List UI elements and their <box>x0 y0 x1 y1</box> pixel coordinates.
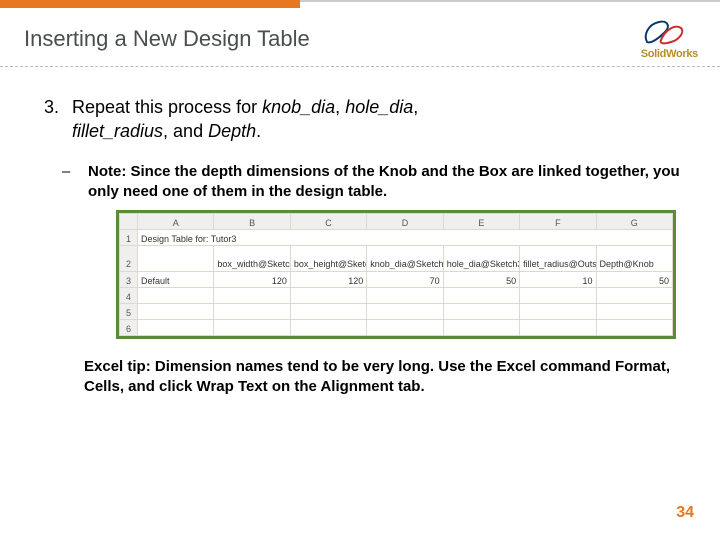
row-1-head: 1 <box>120 230 138 246</box>
r3-F: 10 <box>520 272 596 288</box>
r3-E: 50 <box>443 272 519 288</box>
h2-F: fillet_radius@Outside_corners <box>520 246 596 272</box>
h2-G: Depth@Knob <box>596 246 672 272</box>
accent-bar <box>0 0 300 8</box>
step-number: 3. <box>44 95 72 144</box>
r3-B: 120 <box>214 272 290 288</box>
brand-logo: SolidWorks <box>641 16 698 60</box>
table-row: 6 <box>120 320 673 336</box>
h2-D: knob_dia@Sketch2 <box>367 246 443 272</box>
comma-1: , <box>335 97 345 117</box>
page-title: Inserting a New Design Table <box>0 0 720 66</box>
dim-hole: hole_dia <box>345 97 413 117</box>
step-text: Repeat this process for knob_dia, hole_d… <box>72 95 680 144</box>
dim-knob: knob_dia <box>262 97 335 117</box>
brand-text-a: Solid <box>641 48 666 60</box>
note-body: Note: Since the depth dimensions of the … <box>88 162 680 203</box>
design-table: A B C D E F G 1 Design Table for: Tutor3… <box>116 210 676 339</box>
col-C: C <box>290 214 366 230</box>
top-grey-bar <box>300 0 720 2</box>
h2-B: box_width@Sketch1 <box>214 246 290 272</box>
col-D: D <box>367 214 443 230</box>
row-5-head: 5 <box>120 304 138 320</box>
h2-E: hole_dia@Sketch3 <box>443 246 519 272</box>
dim-depth: Depth <box>208 121 256 141</box>
table-row: 4 <box>120 288 673 304</box>
tip-label: Excel tip: <box>84 358 151 375</box>
dim-fillet: fillet_radius <box>72 121 163 141</box>
note-label: Note: <box>88 163 126 180</box>
comma-3: , and <box>163 121 208 141</box>
brand-text-b: Works <box>666 48 698 60</box>
table-row: 2 box_width@Sketch1 box_height@Sketch1 k… <box>120 246 673 272</box>
period: . <box>256 121 261 141</box>
comma-2: , <box>413 97 418 117</box>
page-number: 34 <box>676 504 694 522</box>
h2-C: box_height@Sketch1 <box>290 246 366 272</box>
row-6-head: 6 <box>120 320 138 336</box>
table-row: 5 <box>120 304 673 320</box>
col-header-row: A B C D E F G <box>120 214 673 230</box>
row-3-head: 3 <box>120 272 138 288</box>
col-E: E <box>443 214 519 230</box>
col-G: G <box>596 214 672 230</box>
step-prefix: Repeat this process for <box>72 97 262 117</box>
col-F: F <box>520 214 596 230</box>
table-row: 1 Design Table for: Tutor3 <box>120 230 673 246</box>
slide-content: 3. Repeat this process for knob_dia, hol… <box>0 67 720 398</box>
ds-logo-icon <box>641 16 685 46</box>
row-4-head: 4 <box>120 288 138 304</box>
excel-tip: Excel tip: Dimension names tend to be ve… <box>84 357 680 398</box>
h2-A <box>138 246 214 272</box>
row-2-head: 2 <box>120 246 138 272</box>
col-B: B <box>214 214 290 230</box>
step-3: 3. Repeat this process for knob_dia, hol… <box>44 95 680 144</box>
note-text: Since the depth dimensions of the Knob a… <box>88 163 680 200</box>
note-line: – Note: Since the depth dimensions of th… <box>44 162 680 203</box>
table-title-cell: Design Table for: Tutor3 <box>138 230 673 246</box>
tip-text: Dimension names tend to be very long. Us… <box>84 358 670 395</box>
corner-cell <box>120 214 138 230</box>
r3-D: 70 <box>367 272 443 288</box>
r3-G: 50 <box>596 272 672 288</box>
note-bullet: – <box>44 162 88 203</box>
table-row: 3 Default 120 120 70 50 10 50 <box>120 272 673 288</box>
r3-C: 120 <box>290 272 366 288</box>
r3-A: Default <box>138 272 214 288</box>
col-A: A <box>138 214 214 230</box>
